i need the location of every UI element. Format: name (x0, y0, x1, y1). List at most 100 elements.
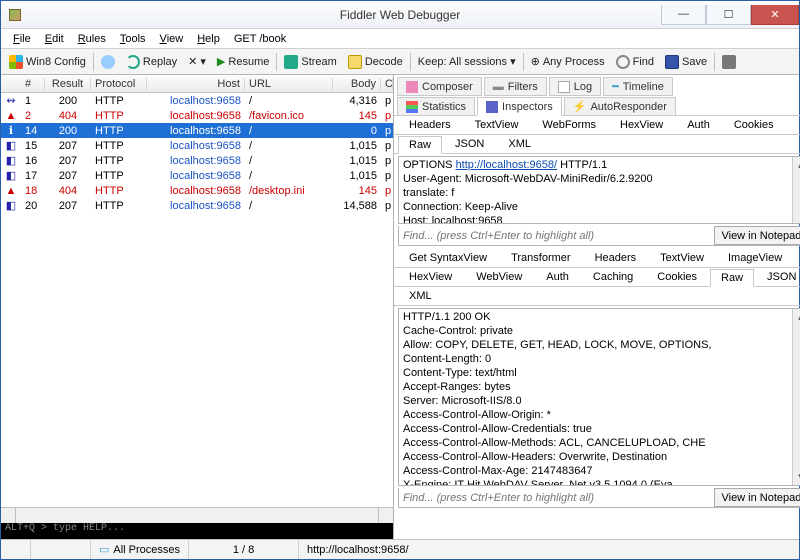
tab-timeline[interactable]: ━Timeline (603, 77, 673, 96)
res-tab-getsyntax[interactable]: Get SyntaxView (398, 249, 498, 267)
request-inspector-tabs2: Raw JSON XML (394, 135, 800, 154)
save-icon (665, 55, 679, 69)
monitor-icon: ▭ (99, 543, 109, 556)
res-tab-hexview[interactable]: HexView (398, 268, 463, 286)
save-button[interactable]: Save (660, 53, 712, 71)
request-notepad-button[interactable]: View in Notepad (714, 226, 800, 245)
stream-button[interactable]: Stream (279, 53, 341, 71)
session-row[interactable]: ▲2404HTTPlocalhost:9658/favicon.ico145p (1, 108, 393, 123)
tab-log[interactable]: Log (549, 77, 601, 96)
toolbar: Win8 Config Replay ✕▾ ▶Resume Stream Dec… (1, 49, 799, 75)
resume-button[interactable]: ▶Resume (212, 53, 274, 70)
status-count: 1 / 8 (189, 540, 299, 559)
session-row[interactable]: ◧17207HTTPlocalhost:9658/1,015p (1, 168, 393, 183)
menu-help[interactable]: Help (191, 32, 226, 46)
col-protocol[interactable]: Protocol (91, 78, 147, 90)
res-tab-caching[interactable]: Caching (582, 268, 644, 286)
session-row[interactable]: ℹ14200HTTPlocalhost:9658/0p (1, 123, 393, 138)
timeline-icon: ━ (612, 80, 619, 93)
req-tab-textview[interactable]: TextView (464, 116, 530, 134)
req-tab-raw[interactable]: Raw (398, 136, 442, 154)
quickexec-label[interactable]: GET /book (228, 32, 292, 46)
col-more[interactable]: C (381, 78, 393, 90)
res-tab-webview[interactable]: WebView (465, 268, 533, 286)
sessions-pane: # Result Protocol Host URL Body C ↭1200H… (1, 75, 394, 539)
tab-composer[interactable]: Composer (397, 77, 482, 96)
horizontal-scrollbar[interactable] (1, 507, 393, 523)
maximize-button[interactable]: ☐ (706, 5, 751, 25)
request-raw-view[interactable]: OPTIONS http://localhost:9658/ HTTP/1.1 … (399, 157, 800, 223)
col-host[interactable]: Host (147, 78, 245, 90)
sessions-list[interactable]: ↭1200HTTPlocalhost:9658/4,316p▲2404HTTPl… (1, 93, 393, 507)
session-row[interactable]: ◧15207HTTPlocalhost:9658/1,015p (1, 138, 393, 153)
capture-indicator[interactable] (1, 540, 31, 559)
target-icon: ⊕ (531, 55, 540, 68)
menu-edit[interactable]: Edit (39, 32, 70, 46)
req-tab-auth[interactable]: Auth (676, 116, 721, 134)
play-icon: ▶ (217, 55, 225, 68)
stats-icon (406, 101, 418, 113)
res-tab-headers[interactable]: Headers (584, 249, 648, 267)
camera-button[interactable] (717, 53, 741, 71)
comment-icon (101, 55, 115, 69)
req-tab-headers[interactable]: Headers (398, 116, 462, 134)
menu-rules[interactable]: Rules (72, 32, 112, 46)
request-url-link[interactable]: http://localhost:9658/ (456, 159, 558, 171)
session-row[interactable]: ◧20207HTTPlocalhost:9658/14,588p (1, 198, 393, 213)
sessions-header[interactable]: # Result Protocol Host URL Body C (1, 75, 393, 93)
win8-config-button[interactable]: Win8 Config (4, 53, 91, 71)
session-row[interactable]: ◧16207HTTPlocalhost:9658/1,015p (1, 153, 393, 168)
res-tab-auth[interactable]: Auth (535, 268, 580, 286)
res-tab-transformer[interactable]: Transformer (500, 249, 582, 267)
request-find-input[interactable] (399, 226, 714, 245)
inspect-icon (486, 101, 498, 113)
res-tab-xml[interactable]: XML (398, 287, 443, 305)
req-tab-hexview[interactable]: HexView (609, 116, 674, 134)
res-tab-imageview[interactable]: ImageView (717, 249, 793, 267)
quickexec-input[interactable]: ALT+Q > type HELP... (1, 523, 393, 539)
replay-button[interactable]: Replay (121, 53, 182, 71)
response-notepad-button[interactable]: View in Notepad (714, 488, 800, 507)
menu-tools[interactable]: Tools (114, 32, 152, 46)
status-url: http://localhost:9658/ (299, 540, 799, 559)
col-num[interactable]: # (21, 78, 45, 90)
req-tab-xml[interactable]: XML (497, 135, 542, 153)
tab-autoresponder[interactable]: ⚡AutoResponder (564, 97, 676, 116)
req-tab-json[interactable]: JSON (444, 135, 495, 153)
log-icon (558, 81, 570, 93)
req-tab-cookies[interactable]: Cookies (723, 116, 785, 134)
camera-icon (722, 55, 736, 69)
comment-button[interactable] (96, 53, 120, 71)
tab-filters[interactable]: ▬Filters (484, 77, 547, 96)
response-raw-view[interactable]: HTTP/1.1 200 OK Cache-Control: private A… (399, 309, 800, 485)
res-tab-cookies[interactable]: Cookies (646, 268, 708, 286)
response-inspector-tabs3: XML (394, 287, 800, 306)
status-processes[interactable]: ▭All Processes (91, 540, 189, 559)
col-url[interactable]: URL (245, 78, 333, 90)
tab-inspectors[interactable]: Inspectors (477, 97, 562, 116)
lightning-icon: ⚡ (573, 100, 587, 113)
status-bar: ▭All Processes 1 / 8 http://localhost:96… (1, 539, 799, 559)
res-tab-textview[interactable]: TextView (649, 249, 715, 267)
res-tab-json[interactable]: JSON (756, 268, 800, 286)
col-body[interactable]: Body (333, 78, 381, 90)
menu-view[interactable]: View (154, 32, 190, 46)
keep-sessions-dropdown[interactable]: Keep: All sessions ▾ (413, 53, 521, 70)
res-tab-raw[interactable]: Raw (710, 269, 754, 287)
session-row[interactable]: ▲18404HTTPlocalhost:9658/desktop.ini145p (1, 183, 393, 198)
close-button[interactable]: ✕ (751, 5, 799, 25)
request-scrollbar[interactable]: ▴ (792, 157, 800, 223)
col-result[interactable]: Result (45, 78, 91, 90)
minimize-button[interactable]: — (661, 5, 706, 25)
session-row[interactable]: ↭1200HTTPlocalhost:9658/4,316p (1, 93, 393, 108)
any-process-button[interactable]: ⊕Any Process (526, 53, 610, 70)
response-scrollbar[interactable]: ▴▾ (792, 309, 800, 485)
remove-button[interactable]: ✕▾ (183, 53, 211, 70)
req-tab-webforms[interactable]: WebForms (531, 116, 607, 134)
find-button[interactable]: Find (611, 53, 659, 71)
decode-button[interactable]: Decode (343, 53, 408, 71)
response-find-input[interactable] (399, 488, 714, 507)
tab-statistics[interactable]: Statistics (397, 97, 475, 116)
menu-file[interactable]: File (7, 32, 37, 46)
stream-icon (284, 55, 298, 69)
